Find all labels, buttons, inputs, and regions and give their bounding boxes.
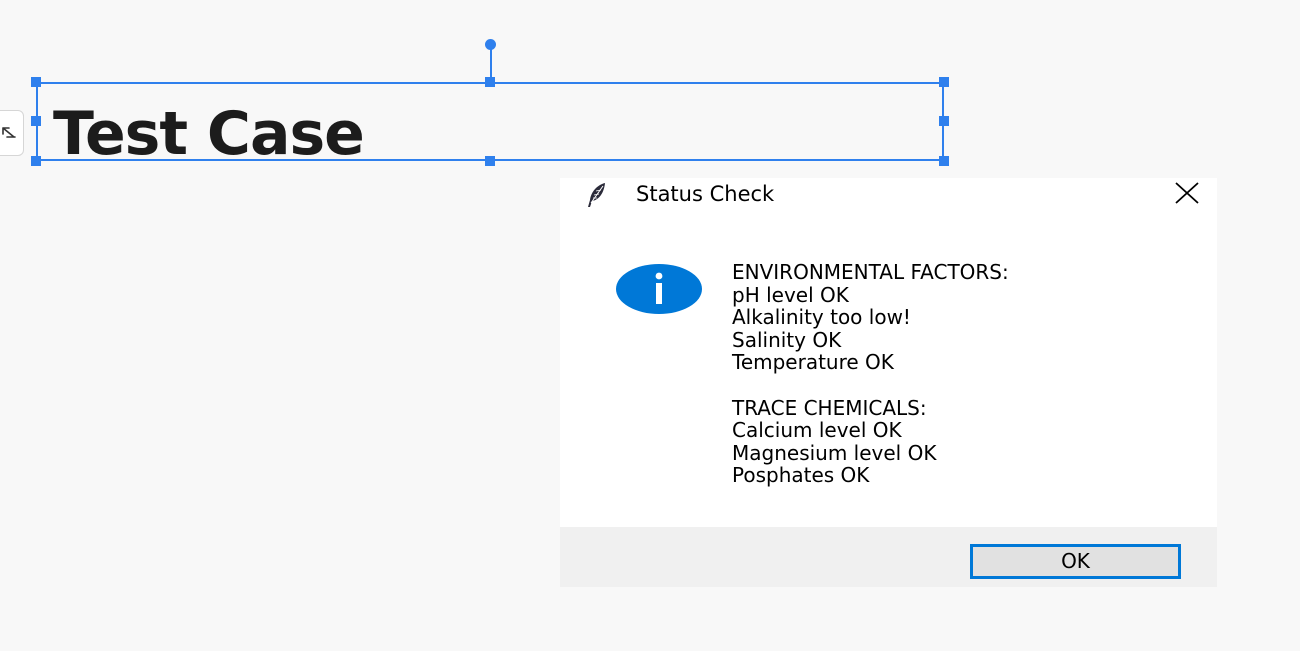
heading-text[interactable]: Test Case: [53, 104, 365, 164]
resize-handle-top-left[interactable]: [31, 77, 41, 87]
status-line-magnesium: Magnesium level OK: [732, 440, 937, 465]
status-line-phosphates: Posphates OK: [732, 463, 870, 488]
resize-handle-left[interactable]: [31, 116, 41, 126]
feather-icon: [588, 183, 605, 207]
rotate-handle[interactable]: [485, 39, 496, 50]
resize-handle-bottom[interactable]: [485, 156, 495, 166]
dialog-footer: OK: [560, 527, 1217, 587]
collapse-arrow-icon: [2, 127, 16, 138]
resize-handle-bottom-right[interactable]: [939, 156, 949, 166]
canvas: Test Case Status Check ENVIRONMENTAL FAC…: [0, 0, 1300, 651]
status-line-alkalinity: Alkalinity too low!: [732, 305, 911, 330]
resize-handle-top[interactable]: [485, 77, 495, 87]
message-spacer: [732, 374, 1009, 397]
status-check-dialog: Status Check ENVIRONMENTAL FACTORS: pH l…: [560, 178, 1217, 587]
trace-header: TRACE CHEMICALS:: [732, 395, 927, 420]
dialog-titlebar[interactable]: Status Check: [560, 178, 1217, 210]
dialog-title: Status Check: [636, 182, 775, 206]
close-icon: [1175, 182, 1199, 204]
environmental-header: ENVIRONMENTAL FACTORS:: [732, 260, 1009, 284]
collapse-panel-button[interactable]: [0, 110, 24, 156]
status-line-calcium: Calcium level OK: [732, 418, 902, 443]
resize-handle-bottom-left[interactable]: [31, 156, 41, 166]
ok-button[interactable]: OK: [970, 544, 1181, 579]
status-line-temperature: Temperature OK: [732, 350, 894, 375]
status-line-salinity: Salinity OK: [732, 327, 842, 352]
resize-handle-top-right[interactable]: [939, 77, 949, 87]
info-icon: [616, 264, 702, 314]
dialog-message: ENVIRONMENTAL FACTORS: pH level OK Alkal…: [732, 261, 1009, 487]
resize-handle-right[interactable]: [939, 116, 949, 126]
status-line-ph: pH level OK: [732, 282, 849, 307]
close-button[interactable]: [1164, 178, 1210, 208]
